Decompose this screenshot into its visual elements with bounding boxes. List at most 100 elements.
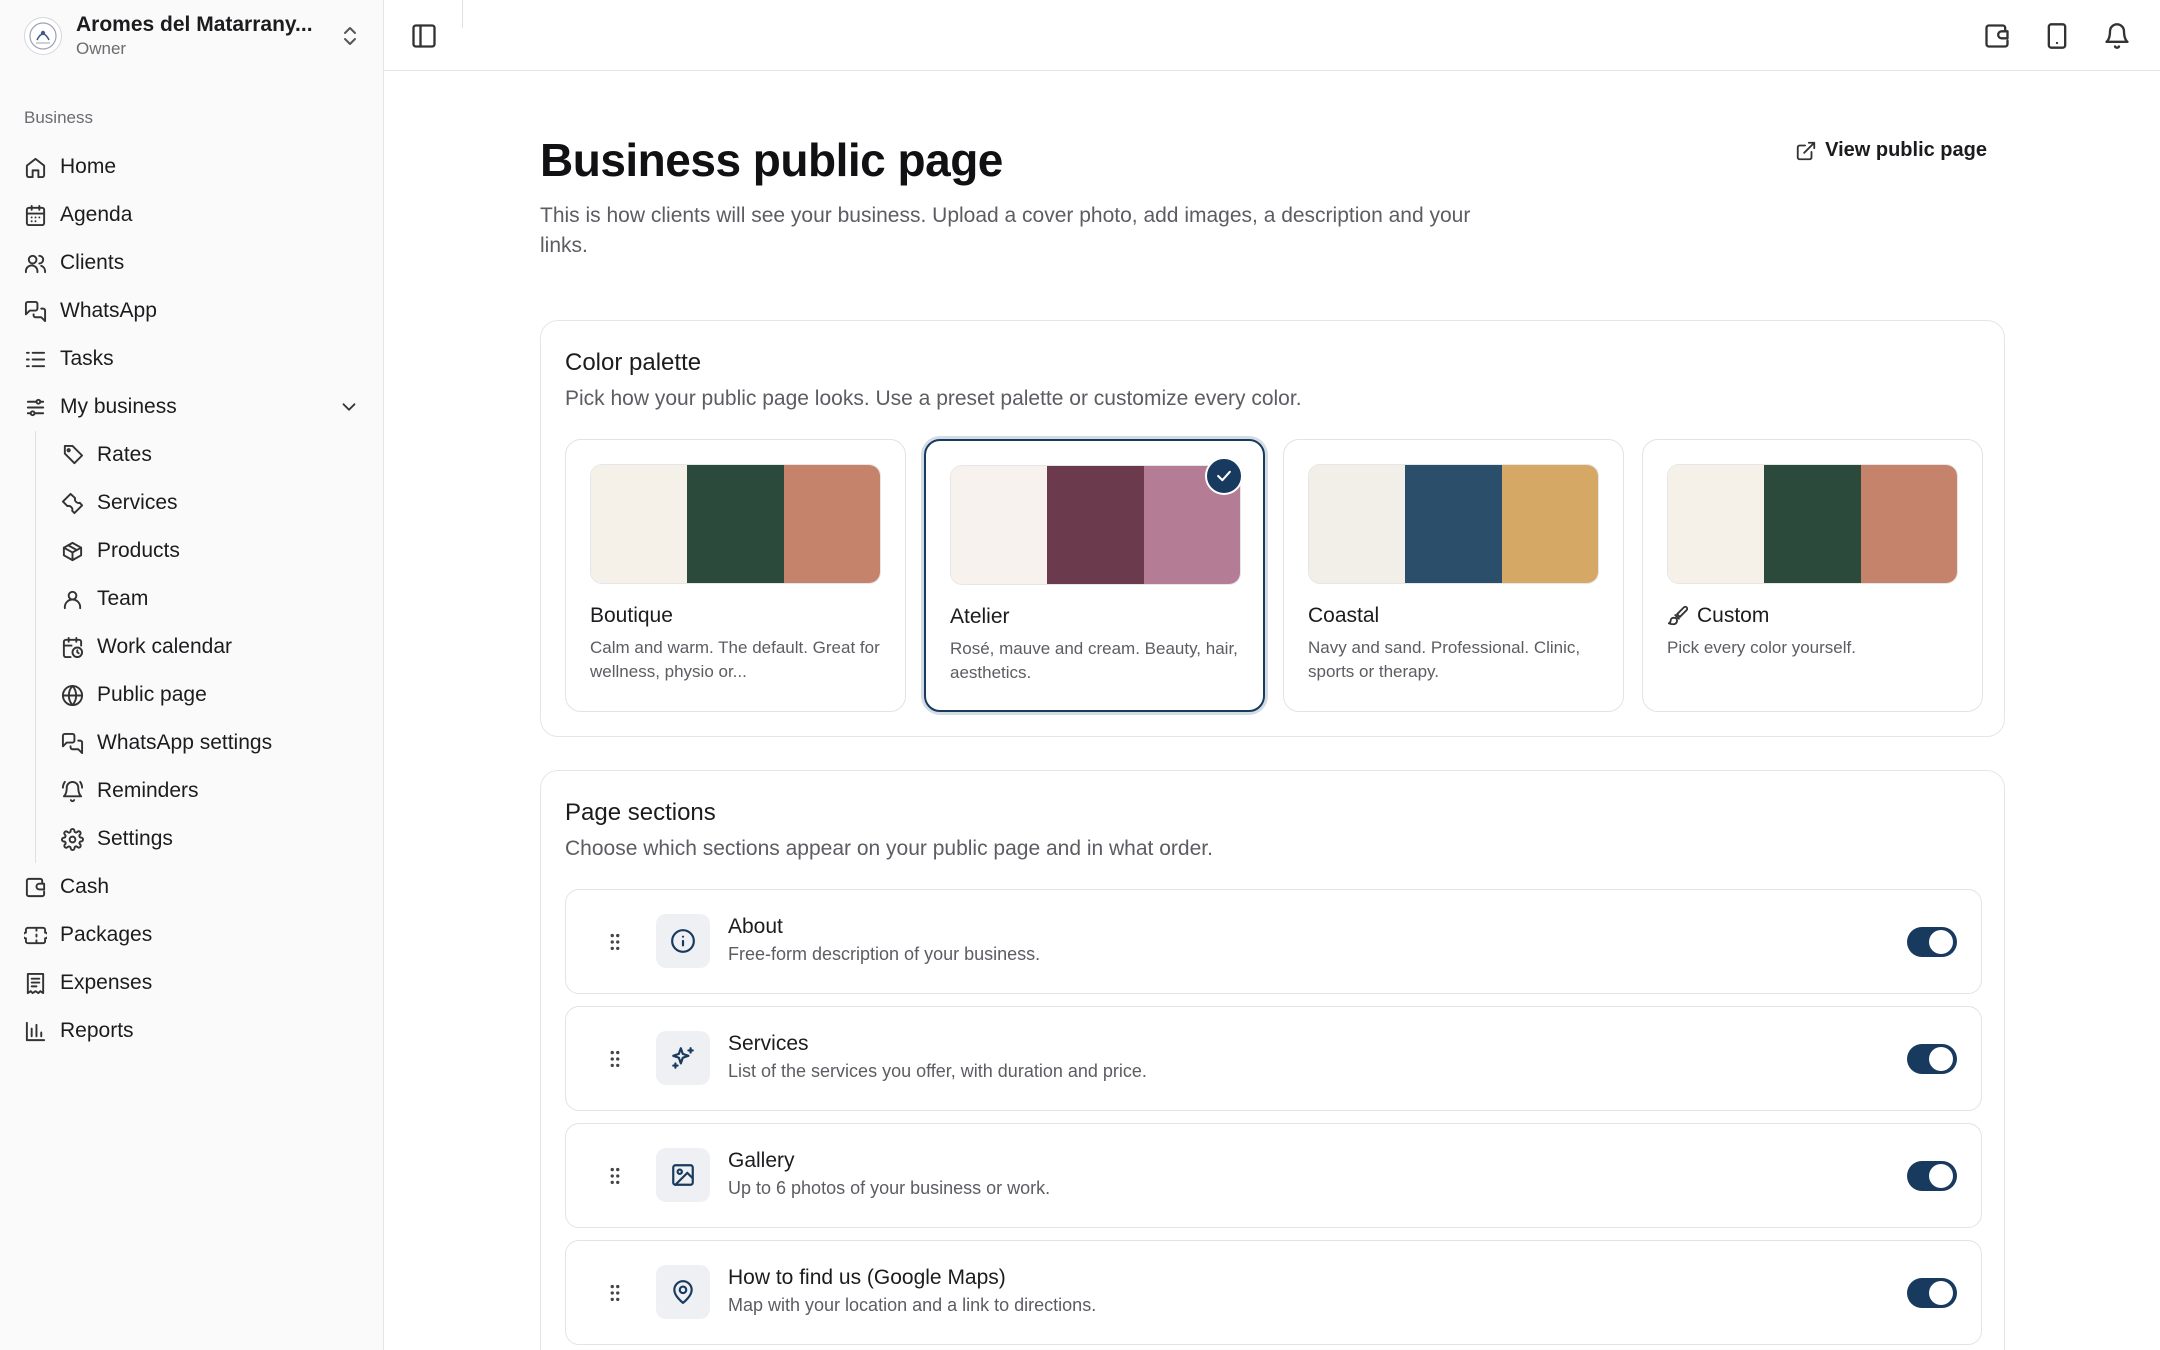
sidebar-toggle-icon[interactable] <box>410 22 438 50</box>
sections-list: About Free-form description of your busi… <box>565 889 1982 1350</box>
chat-icon <box>24 300 47 322</box>
palette-name-text: Atelier <box>950 605 1010 628</box>
swatch <box>951 466 1048 584</box>
sidebar-item-products[interactable]: Products <box>0 527 384 575</box>
selected-check-icon <box>1205 457 1243 495</box>
wallet-icon[interactable] <box>1983 22 2011 50</box>
bar-chart-icon <box>25 1021 46 1041</box>
bell-ring-icon <box>61 780 84 802</box>
sidebar-item-whatsapp-settings[interactable]: WhatsApp settings <box>0 719 384 767</box>
palette-description: Navy and sand. Professional. Clinic, spo… <box>1308 638 1581 681</box>
section-title: Gallery <box>728 1149 795 1172</box>
toggle-knob <box>1929 930 1953 954</box>
toggle-knob <box>1929 1047 1953 1071</box>
calendar-icon <box>25 204 46 226</box>
section-icon-box <box>656 1148 710 1202</box>
palette-option-boutique[interactable]: Boutique Calm and warm. The default. Gre… <box>565 439 906 712</box>
drag-handle-icon[interactable] <box>604 1281 626 1305</box>
top-bar-divider <box>462 0 463 28</box>
palette-swatches <box>1308 464 1599 584</box>
sidebar-item-services[interactable]: Services <box>0 479 384 527</box>
palette-name: Coastal <box>1308 604 1379 628</box>
sidebar-item-expenses[interactable]: Expenses <box>0 959 384 1007</box>
drag-handle-icon[interactable] <box>604 930 626 954</box>
swatch <box>1764 465 1861 583</box>
top-bar <box>384 0 2160 71</box>
section-description: Map with your location and a link to dir… <box>728 1295 1097 1315</box>
palette-description: Pick every color yourself. <box>1667 638 1856 657</box>
drag-handle-icon[interactable] <box>604 1164 626 1188</box>
sidebar-item-reports[interactable]: Reports <box>0 1007 384 1055</box>
section-icon-box <box>656 914 710 968</box>
palette-name: Custom <box>1667 604 1769 628</box>
bell-icon[interactable] <box>2103 22 2131 50</box>
sidebar-item-whatsapp[interactable]: WhatsApp <box>0 287 384 335</box>
drag-handle-icon[interactable] <box>604 1047 626 1071</box>
swatch <box>1668 465 1765 583</box>
sidebar-item-public-page[interactable]: Public page <box>0 671 384 719</box>
business-switcher[interactable]: Aromes del Matarrany... Owner <box>20 10 366 62</box>
palette-options: Boutique Calm and warm. The default. Gre… <box>565 439 1983 712</box>
image-icon <box>672 1164 694 1186</box>
tablet-icon[interactable] <box>2043 22 2071 50</box>
sidebar-item-tasks[interactable]: Tasks <box>0 335 384 383</box>
sidebar-item-rates[interactable]: Rates <box>0 431 384 479</box>
sidebar-item-label: Tasks <box>60 347 114 370</box>
sliders-icon <box>26 398 45 416</box>
sidebar-item-team[interactable]: Team <box>0 575 384 623</box>
card-description: Choose which sections appear on your pub… <box>565 837 1213 860</box>
user-icon <box>63 590 82 609</box>
view-public-page-link[interactable]: View public page <box>1795 139 1987 162</box>
palette-option-atelier[interactable]: Atelier Rosé, mauve and cream. Beauty, h… <box>924 439 1265 712</box>
card-description: Pick how your public page looks. Use a p… <box>565 387 1302 410</box>
toggle-knob <box>1929 1281 1953 1305</box>
section-title: About <box>728 915 783 938</box>
section-toggle[interactable] <box>1907 927 1957 957</box>
sidebar-item-label: Agenda <box>60 203 133 226</box>
page-sections-card: Page sections Choose which sections appe… <box>540 770 2005 1350</box>
palette-option-coastal[interactable]: Coastal Navy and sand. Professional. Cli… <box>1283 439 1624 712</box>
toggle-knob <box>1929 1164 1953 1188</box>
section-description: Up to 6 photos of your business or work. <box>728 1178 1051 1198</box>
section-toggle[interactable] <box>1907 1161 1957 1191</box>
section-description: Free-form description of your business. <box>728 944 1041 964</box>
paintbrush-icon <box>1667 605 1689 626</box>
sidebar-item-label: WhatsApp <box>60 299 157 322</box>
calendar-clock-icon <box>62 636 84 658</box>
map-pin-icon <box>673 1280 693 1304</box>
palette-swatches <box>590 464 881 584</box>
swatch <box>783 465 880 583</box>
sidebar-item-settings[interactable]: Settings <box>0 815 384 863</box>
package-icon <box>62 541 83 561</box>
section-toggle[interactable] <box>1907 1278 1957 1308</box>
users-icon <box>24 254 47 273</box>
section-row-google-maps: How to find us (Google Maps) Map with yo… <box>565 1240 1982 1345</box>
section-row-services: Services List of the services you offer,… <box>565 1006 1982 1111</box>
section-description: List of the services you offer, with dur… <box>728 1061 1147 1081</box>
view-public-page-label: View public page <box>1825 139 1987 161</box>
business-name: Aromes del Matarrany... <box>76 13 313 36</box>
sidebar-item-label: Products <box>97 539 180 562</box>
sidebar-item-work-calendar[interactable]: Work calendar <box>0 623 384 671</box>
sidebar-item-agenda[interactable]: Agenda <box>0 191 384 239</box>
palette-option-custom[interactable]: Custom Pick every color yourself. <box>1642 439 1983 712</box>
palette-swatches <box>1667 464 1958 584</box>
sidebar-item-clients[interactable]: Clients <box>0 239 384 287</box>
swatch <box>687 465 784 583</box>
section-title: How to find us (Google Maps) <box>728 1266 1006 1289</box>
sidebar-item-packages[interactable]: Packages <box>0 911 384 959</box>
palette-name-text: Coastal <box>1308 604 1380 627</box>
swatch <box>1309 465 1406 583</box>
sidebar-item-my-business[interactable]: My business <box>0 383 384 431</box>
sidebar-item-home[interactable]: Home <box>0 143 384 191</box>
section-row-gallery: Gallery Up to 6 photos of your business … <box>565 1123 1982 1228</box>
sidebar-item-label: Team <box>97 587 149 610</box>
swatch <box>1501 465 1598 583</box>
sidebar-nav: Home Agenda Clients WhatsApp Tasks My bu… <box>0 143 384 1055</box>
section-toggle[interactable] <box>1907 1044 1957 1074</box>
sidebar-item-cash[interactable]: Cash <box>0 863 384 911</box>
swatch <box>1047 466 1144 584</box>
sidebar-item-reminders[interactable]: Reminders <box>0 767 384 815</box>
home-icon <box>25 157 46 178</box>
card-title: Page sections <box>565 799 716 826</box>
